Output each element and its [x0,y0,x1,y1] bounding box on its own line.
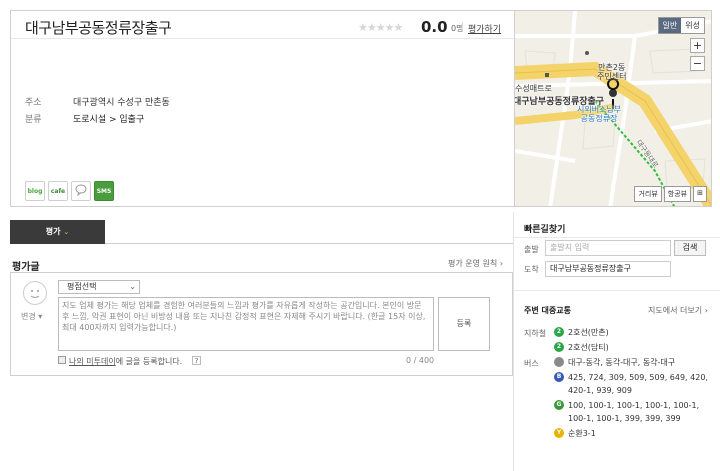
bus-item[interactable]: 대구-동각, 동각-대구, 동각-대구 [554,356,714,369]
char-count: 0 / 400 [406,356,435,365]
divider [514,237,720,238]
divider [462,22,463,32]
rating-score: 0.0 [421,18,448,36]
rating-stars: ★★★★★ [358,21,403,34]
chevron-down-icon: ⌄ [63,228,70,236]
blog-icon: blog [27,187,43,195]
me2day-suffix: 에 글을 등록합니다. [115,357,183,366]
map-type-satellite-button[interactable]: 위성 [681,18,704,33]
category-label: 분류 [25,115,42,125]
sms-share-button[interactable]: SMS [94,181,114,201]
bus-item-label: 100, 100-1, 100-1, 100-1, 100-1, 100-1, … [568,401,700,423]
smiley-icon [30,290,40,298]
tab-review-label: 평가 [45,227,61,236]
register-button[interactable]: 등록 [438,297,490,351]
rating-select-value: 평점선택 [67,282,97,291]
street-view-button[interactable]: 거리뷰 [634,186,662,202]
expand-map-icon[interactable]: ⊞ [693,186,707,202]
subway-item[interactable]: 2 2호선(담티) [554,341,714,354]
bus-item[interactable]: Y 순환3-1 [554,427,714,440]
subway-line-icon: 2 [554,342,564,352]
start-input[interactable]: 출발지 입력 [545,240,671,256]
subway-label: 지하철 [524,329,547,338]
divider [514,290,720,291]
aerial-view-button[interactable]: 항공뷰 [663,186,692,202]
start-label: 출발 [524,245,539,254]
subway-item[interactable]: 2 2호선(만촌) [554,326,714,339]
sms-icon: SMS [96,187,112,195]
review-heading: 평가글 [12,262,40,273]
transit-heading: 주변 대중교통 [524,306,571,315]
cafe-icon: cafe [50,187,66,195]
review-form: 변경 ▾ 평점선택 ⌄ 지도 업체 평가는 해당 업체를 경험한 여러분들의 느… [10,272,513,376]
route-heading: 빠른길찾기 [524,225,566,235]
review-textarea[interactable]: 지도 업체 평가는 해당 업체를 경험한 여러분들의 느낌과 평가를 자유롭게 … [58,297,434,351]
divider [11,38,514,39]
help-icon[interactable]: ? [192,356,201,365]
end-input[interactable]: 대구남부공동정류장출구 [545,261,671,277]
review-policy-link[interactable]: 평가 운영 원칙 › [448,258,503,269]
bus-yellow-icon: Y [554,428,564,438]
bus-item[interactable]: B 425, 724, 309, 509, 509, 649, 420, 420… [554,371,714,397]
tab-bar: 평가 ⌄ [10,220,513,244]
speech-bubble-icon [75,184,87,198]
me2day-post-option: 나의 미투데이에 글을 등록합니다. [69,356,182,367]
map-label-district: 만촌2동 주민센터 [597,63,627,81]
blog-share-button[interactable]: blog [25,181,45,201]
map-view[interactable]: 만촌2동 주민센터 수성매트로 대구남부공동정류장출구 시외버스남부 공동정류장… [514,10,712,207]
map-tools: 거리뷰 항공뷰 ⊞ [634,186,707,202]
zoom-out-button[interactable]: − [690,56,705,71]
place-info-panel: 대구남부공동정류장출구 ★★★★★ 0.0 0명 평가하기 주소 대구광역시 수… [10,10,515,207]
write-review-link[interactable]: 평가하기 [468,22,501,35]
bus-blue-icon: B [554,372,564,382]
share-bar: blog cafe SMS [25,181,114,203]
me2day-link[interactable]: 나의 미투데이 [69,357,116,366]
bus-item[interactable]: G 100, 100-1, 100-1, 100-1, 100-1, 100-1… [554,399,714,425]
subway-line-icon: 2 [554,327,564,337]
caret-down-icon: ▾ [38,312,43,321]
bus-item-label: 순환3-1 [568,429,596,438]
zoom-in-button[interactable]: + [690,38,705,53]
map-label-terminal: 시외버스남부 공동정류장 [577,105,622,123]
bus-icon [554,357,564,367]
bus-label: 버스 [524,359,539,368]
transit-more-link[interactable]: 지도에서 더보기 › [648,305,708,316]
cafe-share-button[interactable]: cafe [48,181,68,201]
me2day-share-button[interactable] [71,181,91,201]
end-label: 도착 [524,265,539,274]
bus-green-icon: G [554,400,564,410]
chevron-down-icon: ⌄ [129,282,136,291]
map-type-switch: 일반 위성 [657,17,705,34]
avatar [23,281,47,305]
category-value: 도로시설 > 입출구 [73,115,145,125]
route-search-button[interactable]: 검색 [674,240,706,256]
address-label: 주소 [25,98,42,108]
subway-item-label: 2호선(담티) [568,343,609,352]
me2day-icon[interactable] [58,356,66,364]
map-label-store: 수성매트로 [515,84,552,93]
mood-select[interactable]: 변경 ▾ [21,311,42,322]
bus-item-label: 대구-동각, 동각-대구, 동각-대구 [568,358,676,367]
subway-item-label: 2호선(만촌) [568,328,609,337]
tab-review[interactable]: 평가 ⌄ [10,220,105,244]
mood-select-label: 변경 [21,312,36,321]
rating-select[interactable]: 평점선택 ⌄ [58,280,140,294]
sidebar: 빠른길찾기 출발 출발지 입력 검색 도착 대구남부공동정류장출구 주변 대중교… [513,212,720,471]
place-title: 대구남부공동정류장출구 [25,19,172,37]
map-type-normal-button[interactable]: 일반 [658,18,682,33]
address-value: 대구광역시 수성구 만촌동 [73,98,170,108]
bus-item-label: 425, 724, 309, 509, 509, 649, 420, 420-1… [568,373,708,395]
